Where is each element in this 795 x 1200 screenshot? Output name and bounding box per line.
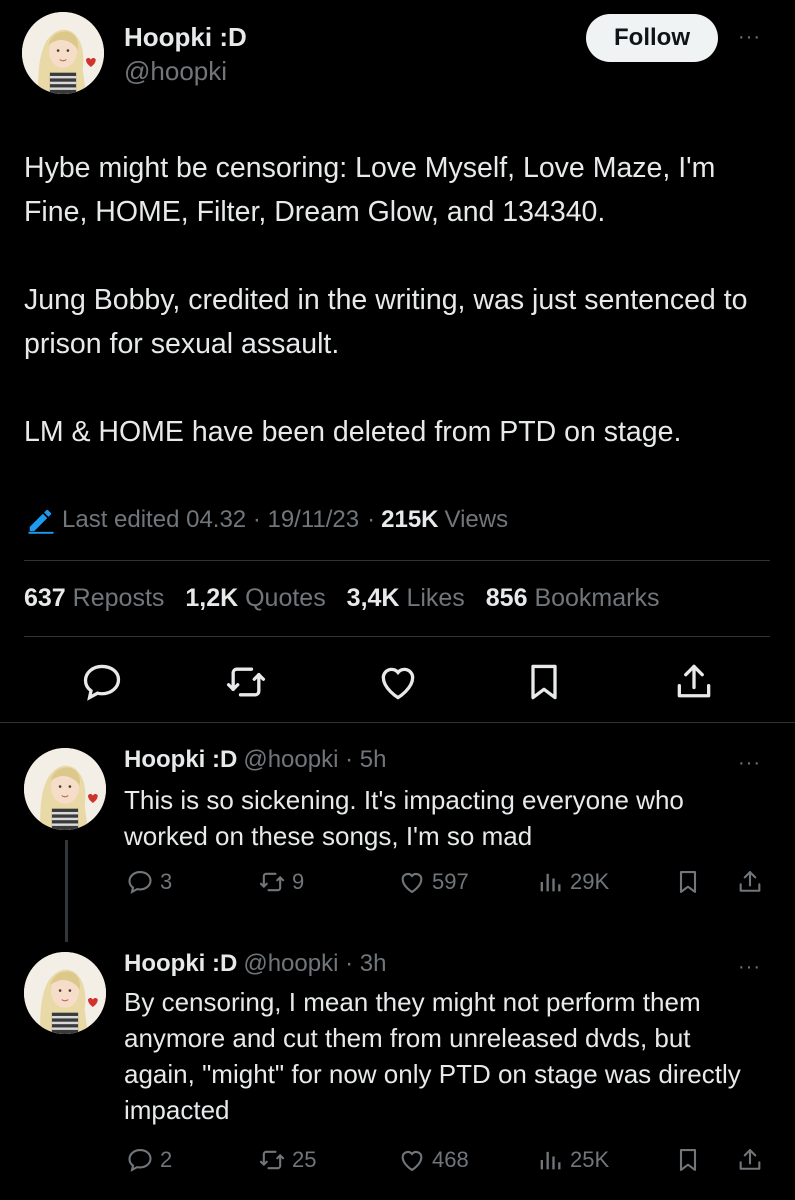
reply-text: By censoring, I mean they might not perf…: [124, 987, 741, 1125]
repost-count[interactable]: 9: [258, 868, 304, 896]
views-count[interactable]: 25K: [536, 1146, 609, 1174]
separator: ·: [367, 506, 376, 533]
divider: [0, 722, 795, 723]
more-options-icon[interactable]: ···: [738, 752, 761, 775]
analytics-icon: [540, 873, 561, 892]
analytics-icon: [540, 1151, 561, 1170]
like-heart-icon: [401, 872, 423, 894]
reply-count[interactable]: 2: [126, 1146, 172, 1174]
bookmark-icon[interactable]: [674, 1146, 708, 1174]
handle-time[interactable]: @hoopki · 5h: [243, 746, 386, 773]
tweet-meta: Last edited 04.32 · 19/11/23 · 215K View…: [26, 505, 508, 535]
avatar[interactable]: [24, 952, 106, 1034]
bookmark-icon[interactable]: [674, 868, 708, 896]
divider: [24, 636, 770, 637]
repost-icon[interactable]: [224, 660, 268, 704]
more-options-icon[interactable]: ···: [738, 956, 761, 979]
display-name[interactable]: Hoopki :D: [124, 22, 247, 53]
bookmarks-stat[interactable]: 856 Bookmarks: [486, 584, 674, 612]
likes-stat[interactable]: 3,4K Likes: [347, 584, 479, 612]
avatar[interactable]: [22, 12, 104, 94]
reply-author[interactable]: Hoopki :D @hoopki · 5h: [124, 746, 386, 774]
tweet-paragraph: Hybe might be censoring: Love Myself, Lo…: [24, 152, 716, 228]
reply-text: This is so sickening. It's impacting eve…: [124, 785, 684, 851]
handle[interactable]: @hoopki: [124, 56, 227, 87]
avatar[interactable]: [24, 748, 106, 830]
reply-icon: [128, 871, 152, 894]
like-count[interactable]: 468: [398, 1146, 469, 1174]
reply-author[interactable]: Hoopki :D @hoopki · 3h: [124, 950, 386, 978]
tweet-paragraph: Jung Bobby, credited in the writing, was…: [24, 284, 748, 360]
quotes-stat[interactable]: 1,2K Quotes: [185, 584, 339, 612]
divider: [24, 560, 770, 561]
display-name[interactable]: Hoopki :D: [124, 746, 237, 773]
like-heart-icon[interactable]: [376, 660, 420, 704]
tweet-text: Hybe might be censoring: Love Myself, Lo…: [24, 146, 774, 454]
like-heart-icon: [401, 1150, 423, 1172]
repost-count[interactable]: 25: [258, 1146, 316, 1174]
edit-pencil-icon: [26, 505, 56, 535]
engagement-stats: 637 Reposts 1,2K Quotes 3,4K Likes 856 B…: [24, 584, 673, 613]
reply-icon[interactable]: [80, 660, 124, 704]
like-count[interactable]: 597: [398, 868, 469, 896]
reply-count[interactable]: 3: [126, 868, 172, 896]
repost-icon: [259, 872, 285, 892]
share-icon[interactable]: [672, 660, 716, 704]
handle-time[interactable]: @hoopki · 3h: [243, 950, 386, 977]
views-count: 215K: [381, 506, 439, 533]
tweet-header: Hoopki :D @hoopki Follow ···: [0, 0, 795, 110]
views-count[interactable]: 29K: [536, 868, 609, 896]
reply-icon: [128, 1149, 152, 1172]
bookmark-icon[interactable]: [522, 660, 566, 704]
edited-timestamp[interactable]: Last edited 04.32 · 19/11/23: [62, 506, 359, 534]
display-name[interactable]: Hoopki :D: [124, 950, 237, 977]
repost-icon: [259, 1150, 285, 1170]
share-icon[interactable]: [736, 868, 770, 896]
follow-button[interactable]: Follow: [586, 14, 718, 62]
tweet-paragraph: LM & HOME have been deleted from PTD on …: [24, 416, 682, 448]
reposts-stat[interactable]: 637 Reposts: [24, 584, 178, 612]
thread-connector: [65, 840, 68, 942]
views-label: Views: [444, 506, 509, 533]
more-options-icon[interactable]: ···: [738, 26, 761, 49]
share-icon[interactable]: [736, 1146, 770, 1174]
